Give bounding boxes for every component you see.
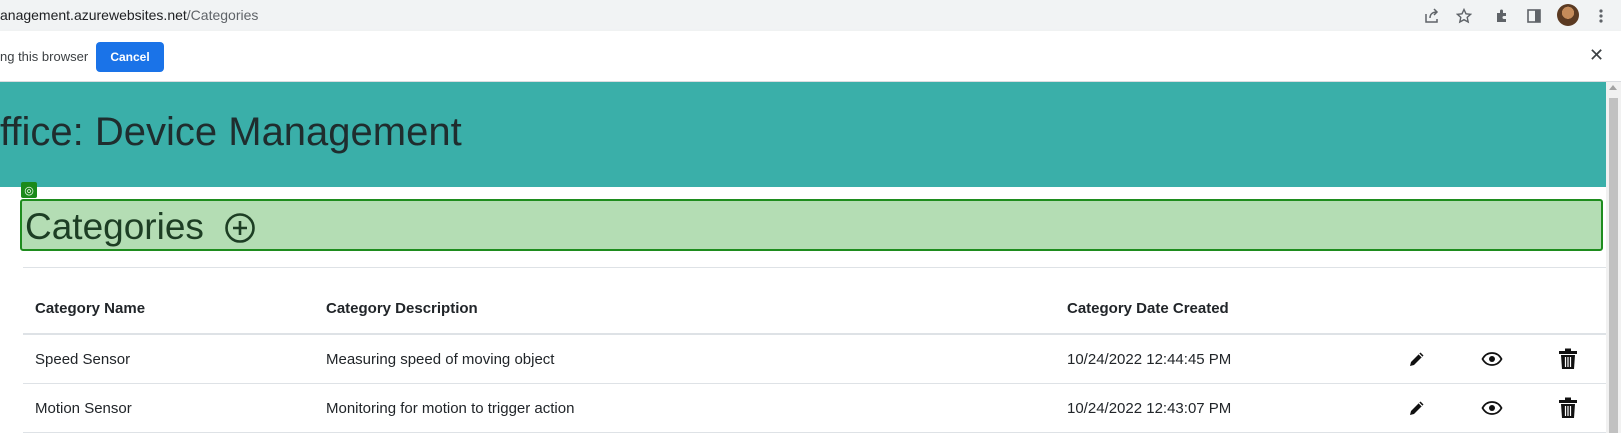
target-icon: ◎ — [21, 182, 37, 198]
table-row: Motion Sensor Monitoring for motion to t… — [23, 383, 1606, 433]
share-icon[interactable] — [1420, 4, 1444, 28]
delete-trash-icon — [1558, 348, 1577, 369]
view-button[interactable] — [1455, 334, 1529, 384]
view-button[interactable] — [1455, 383, 1529, 433]
avatar[interactable] — [1557, 4, 1579, 26]
cell-category-date: 10/24/2022 12:44:45 PM — [1055, 334, 1379, 384]
edit-button[interactable] — [1379, 334, 1455, 384]
page-scrollbar[interactable] — [1606, 82, 1621, 433]
add-category-icon[interactable] — [224, 212, 256, 249]
delete-button[interactable] — [1529, 334, 1606, 384]
view-eye-icon — [1481, 401, 1503, 415]
column-header-actions — [1379, 284, 1606, 335]
divider — [23, 267, 1606, 268]
cancel-button[interactable]: Cancel — [96, 42, 164, 72]
delete-button[interactable] — [1529, 383, 1606, 433]
categories-table: Category Name Category Description Categ… — [23, 284, 1606, 433]
more-vert-icon[interactable] — [1589, 4, 1613, 28]
url-host: anagement.azurewebsites.net — [0, 7, 187, 23]
table-header-row: Category Name Category Description Categ… — [23, 284, 1606, 335]
scroll-up-arrow-icon[interactable] — [1609, 85, 1617, 90]
star-icon[interactable] — [1452, 4, 1476, 28]
info-bar-text: ng this browser — [0, 49, 89, 64]
column-header-description: Category Description — [314, 284, 1055, 335]
browser-address-bar: anagement.azurewebsites.net/Categories — [0, 0, 1621, 31]
edit-pencil-icon — [1410, 401, 1424, 415]
cell-category-name: Speed Sensor — [23, 334, 314, 384]
extensions-icon[interactable] — [1490, 4, 1514, 28]
page-title: Categories — [25, 206, 204, 247]
scroll-thumb[interactable] — [1609, 98, 1618, 433]
url-path: /Categories — [186, 7, 259, 23]
column-header-name: Category Name — [23, 284, 314, 335]
cell-category-date: 10/24/2022 12:43:07 PM — [1055, 383, 1379, 433]
side-panel-icon[interactable] — [1522, 4, 1546, 28]
cell-category-description: Monitoring for motion to trigger action — [314, 383, 1055, 433]
delete-trash-icon — [1558, 397, 1577, 418]
table-row: Speed Sensor Measuring speed of moving o… — [23, 334, 1606, 384]
cell-category-name: Motion Sensor — [23, 383, 314, 433]
edit-pencil-icon — [1410, 352, 1424, 366]
section-heading-highlight: Categories — [20, 199, 1603, 251]
url-field[interactable]: anagement.azurewebsites.net/Categories — [0, 7, 258, 23]
close-icon[interactable]: ✕ — [1589, 45, 1604, 66]
edit-button[interactable] — [1379, 383, 1455, 433]
cell-category-description: Measuring speed of moving object — [314, 334, 1055, 384]
column-header-date-created: Category Date Created — [1055, 284, 1379, 335]
app-header-banner: ffice: Device Management — [0, 82, 1606, 187]
app-title: ffice: Device Management — [0, 110, 462, 154]
info-bar: ng this browser Cancel ✕ — [0, 31, 1621, 82]
view-eye-icon — [1481, 352, 1503, 366]
